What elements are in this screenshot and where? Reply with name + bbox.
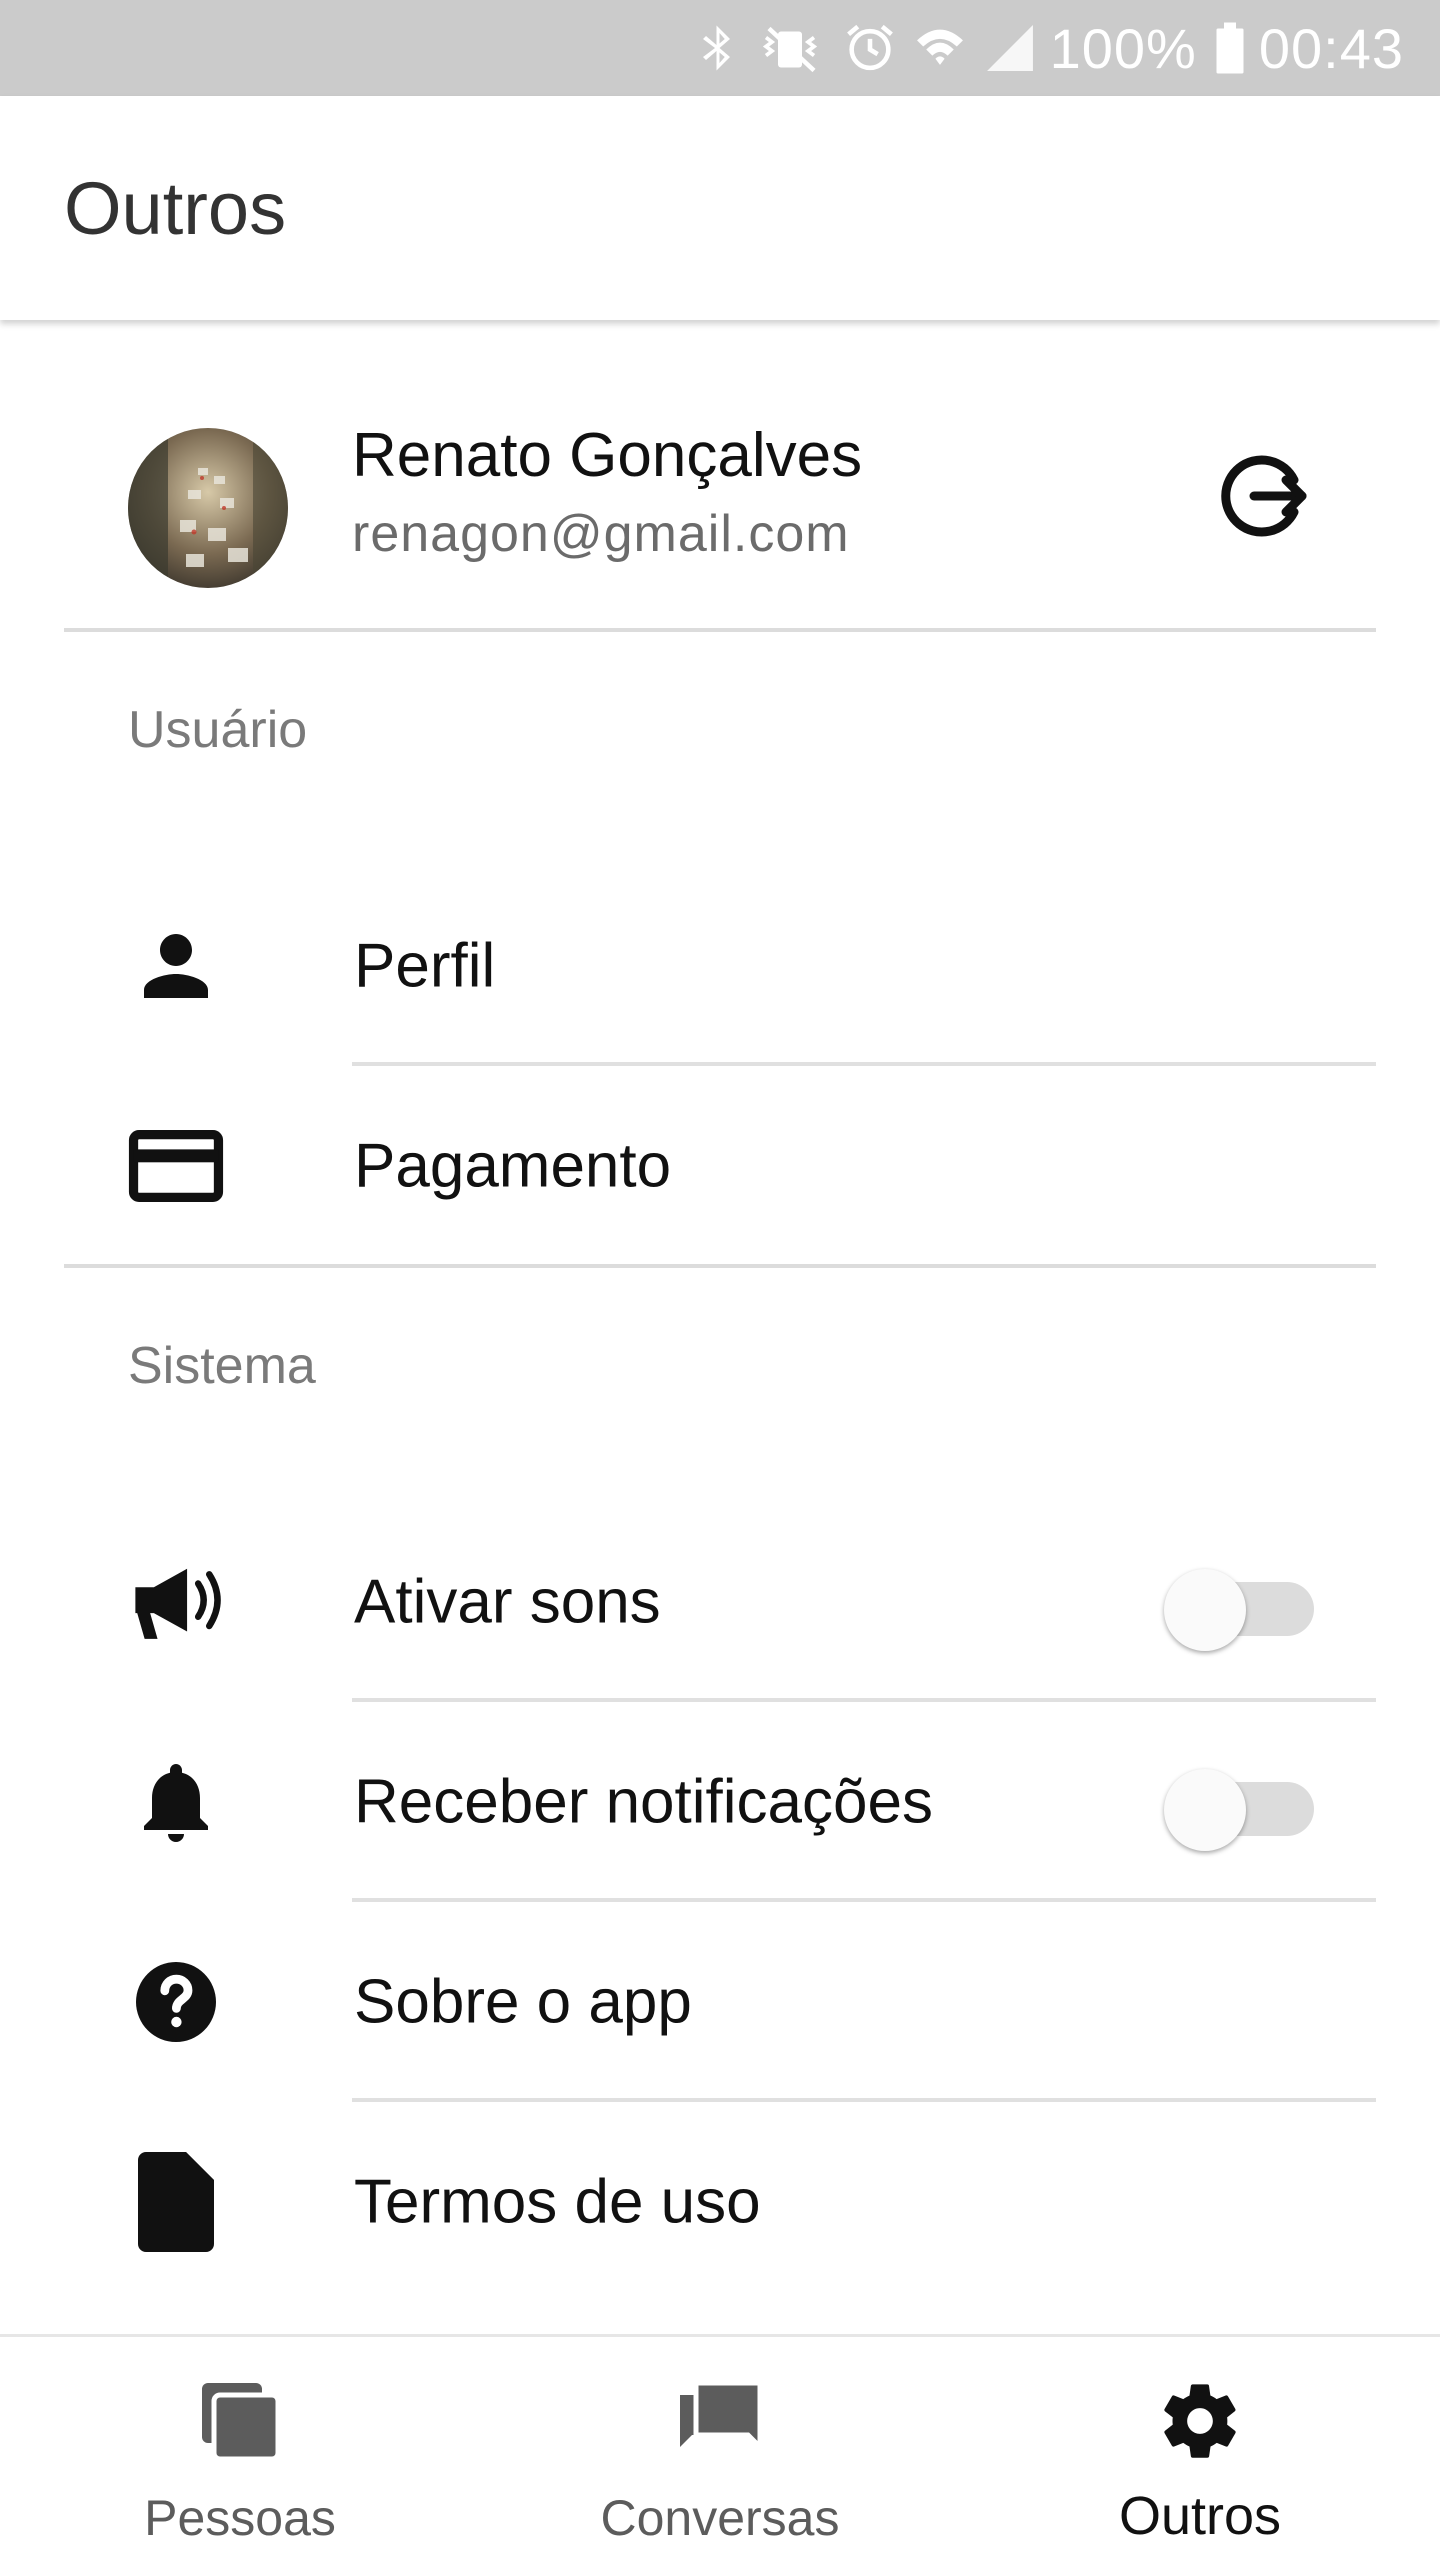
help-circle-icon (128, 1954, 224, 2050)
tab-label: Outros (1118, 2486, 1282, 2546)
tab-label: Conversas (600, 2490, 840, 2546)
status-bar: 100% 00:43 (0, 0, 1440, 96)
divider (64, 1264, 1376, 1268)
menu-item-receber-notificacoes[interactable]: Receber notificações (0, 1702, 1440, 1902)
bottom-navigation: Pessoas Conversas Outros (0, 2334, 1440, 2560)
battery-percent: 100% (1049, 16, 1197, 80)
user-profile-row[interactable]: Renato Gonçalves renagon@gmail.com (0, 320, 1440, 632)
menu-item-label: Receber notificações (354, 1767, 933, 1837)
bluetooth-icon (700, 22, 736, 74)
user-email: renagon@gmail.com (352, 505, 850, 563)
alarm-icon (844, 22, 896, 74)
menu-item-ativar-sons[interactable]: Ativar sons (0, 1502, 1440, 1702)
page-title: Outros (64, 166, 287, 250)
user-name: Renato Gonçalves (352, 421, 863, 490)
credit-card-icon (128, 1118, 224, 1214)
toggle-thumb (1164, 1769, 1246, 1851)
sounds-toggle[interactable] (1164, 1562, 1314, 1651)
toggle-thumb (1164, 1569, 1246, 1651)
menu-item-termos-de-uso[interactable]: Termos de uso (0, 2102, 1440, 2302)
menu-item-label: Pagamento (354, 1131, 672, 1201)
logout-button[interactable] (1216, 448, 1316, 548)
clock-time: 00:43 (1258, 16, 1404, 80)
app-bar: Outros (0, 96, 1440, 320)
person-icon (128, 918, 224, 1014)
chat-icon (672, 2373, 768, 2469)
tab-pessoas[interactable]: Pessoas (0, 2337, 480, 2560)
tab-label: Pessoas (144, 2490, 336, 2546)
menu-item-label: Ativar sons (354, 1567, 661, 1637)
logout-icon (1218, 448, 1314, 549)
menu-item-pagamento[interactable]: Pagamento (0, 1066, 1440, 1266)
document-icon (128, 2152, 224, 2252)
bell-icon (128, 1754, 224, 1850)
tab-conversas[interactable]: Conversas (480, 2337, 960, 2560)
section-header-usuario: Usuário (128, 701, 308, 759)
menu-item-label: Perfil (354, 931, 496, 1001)
wifi-icon (914, 22, 966, 74)
cards-icon (192, 2373, 288, 2469)
section-header-sistema: Sistema (128, 1337, 316, 1395)
gear-icon (1152, 2373, 1248, 2469)
divider (64, 628, 1376, 632)
vibrate-mute-icon (754, 22, 826, 74)
megaphone-icon (128, 1554, 224, 1650)
tab-outros[interactable]: Outros (960, 2337, 1440, 2560)
menu-item-label: Termos de uso (354, 2167, 761, 2237)
avatar[interactable] (128, 428, 288, 588)
menu-item-perfil[interactable]: Perfil (0, 866, 1440, 1066)
menu-item-label: Sobre o app (354, 1967, 692, 2037)
menu-item-sobre-o-app[interactable]: Sobre o app (0, 1902, 1440, 2102)
signal-icon (984, 22, 1036, 74)
notifications-toggle[interactable] (1164, 1762, 1314, 1851)
battery-icon (1215, 22, 1245, 74)
